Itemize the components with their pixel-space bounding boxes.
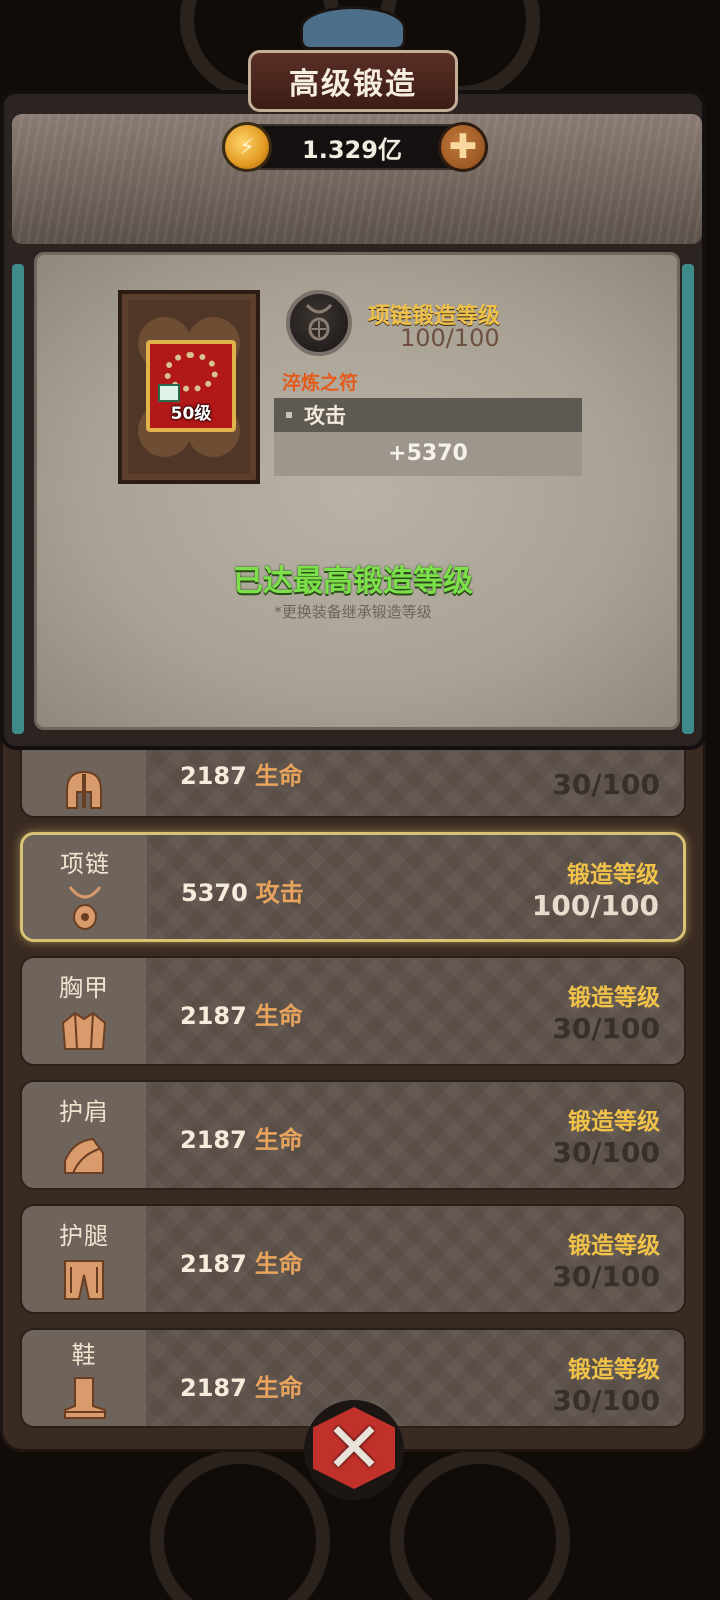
attribute-header: 攻击 [274,398,582,432]
row-stat: 2187 生命 [180,996,303,1031]
stat-value: 2187 [180,762,247,790]
forge-level-value: 30/100 [552,1384,660,1417]
row-stat: 2187 生命 [180,1244,303,1279]
left-border-strip [12,264,24,734]
stat-value: 5370 [181,879,248,907]
shoulder-icon [64,1137,104,1174]
chestplate-icon [61,1011,107,1050]
bullet-icon [286,412,292,418]
anvil-crest [300,6,406,50]
forge-level-label: 锻造等级 [568,1109,660,1135]
forge-level-value: 30/100 [552,1136,660,1169]
stat-value: 2187 [180,1126,247,1154]
equipment-row-necklace[interactable]: 项链 5370 攻击 锻造等级 100/100 [20,832,686,942]
equipment-row-chestplate[interactable]: 胸甲 2187 生命 锻造等级 30/100 [20,956,686,1066]
stat-kind: 生命 [254,1126,303,1154]
attribute-value: +5370 [274,432,582,476]
rune-name: 淬炼之符 [282,372,359,394]
equipment-row-leggings[interactable]: 护腿 2187 生命 锻造等级 30/100 [20,1204,686,1314]
equipment-type-icon [286,290,352,356]
forge-level-label: 锻造等级 [568,985,660,1011]
item-level: 50级 [170,404,212,424]
max-level-message: 已达最高锻造等级 [233,564,473,599]
close-icon: ✕ [324,1407,384,1489]
slot-name: 项链 [60,849,110,878]
forge-level-label: 锻造等级 [568,1357,660,1383]
helmet-icon [66,770,102,809]
max-level-note: *更换装备继承锻造等级 [274,603,432,621]
row-stat: 2187 生命 [180,756,303,791]
stat-value: 2187 [180,1374,247,1402]
stat-value: 2187 [180,1250,247,1278]
stat-kind: 生命 [254,1250,303,1278]
stat-kind: 生命 [254,1002,303,1030]
forge-level-value: 30/100 [552,1260,660,1293]
forge-level-value: 100/100 [531,889,659,922]
leggings-icon [64,1259,104,1300]
row-stat: 5370 攻击 [181,873,304,908]
stat-value: 2187 [180,1002,247,1030]
slot-name: 胸甲 [59,973,109,1002]
necklace-icon [68,885,102,930]
add-currency-button[interactable]: ✚ [438,122,488,172]
forge-level-progress: 100/100 [400,324,500,352]
close-button[interactable]: ✕ [296,1396,412,1500]
row-stat: 2187 生命 [180,1368,303,1403]
page-title: 高级锻造 [248,50,458,112]
currency-value: 1.329亿 [302,136,402,164]
forge-level-value: 30/100 [552,1012,660,1045]
forge-level-value: 30/100 [552,768,660,801]
item-display-frame: 50级 [118,290,260,484]
equipment-row-shoulder[interactable]: 护肩 2187 生命 锻造等级 30/100 [20,1080,686,1190]
item-card[interactable]: 50级 [146,340,236,432]
row-stat: 2187 生命 [180,1120,303,1155]
slot-name: 鞋 [71,1340,97,1369]
forge-level-label: 锻造等级 [567,862,659,888]
necklace-icon [305,303,333,341]
stat-kind: 攻击 [255,879,304,907]
stat-kind: 生命 [254,762,303,790]
attribute-name: 攻击 [304,404,346,428]
right-border-strip [682,264,694,734]
boots-icon [64,1376,106,1419]
coin-icon: ⚡ [222,122,272,172]
forge-level-label: 锻造等级 [568,1233,660,1259]
slot-name: 护肩 [59,1097,109,1126]
slot-name: 护腿 [59,1221,109,1250]
